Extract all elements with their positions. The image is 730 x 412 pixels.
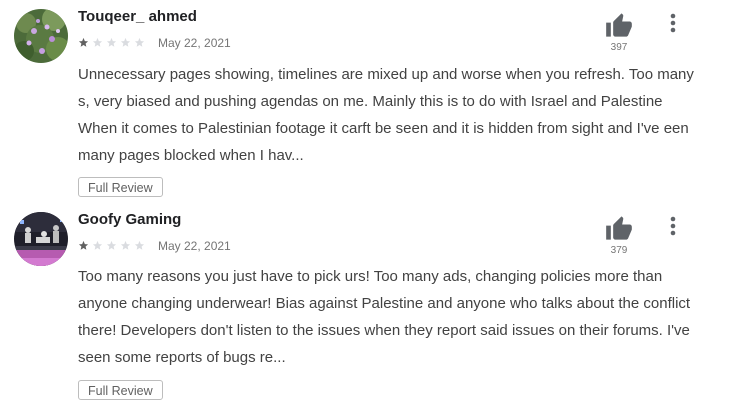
full-review-button[interactable]: Full Review [78, 380, 163, 400]
review-date: May 22, 2021 [158, 239, 231, 253]
avatar[interactable] [14, 9, 68, 63]
more-vert-icon[interactable] [664, 12, 682, 34]
star-icon [134, 37, 145, 47]
avatar-image [14, 212, 68, 266]
review-item: Touqeer_ ahmed May 22, 2021 397 Unnecess… [0, 0, 730, 205]
star-rating [78, 37, 145, 48]
star-icon [120, 240, 131, 250]
reviewer-name: Goofy Gaming [78, 211, 182, 228]
review-text: Too many reasons you just have to pick u… [78, 268, 691, 366]
star-rating [78, 240, 145, 251]
reviewer-name: Touqeer_ ahmed [78, 8, 197, 25]
more-vert-icon[interactable] [664, 215, 682, 237]
avatar[interactable] [14, 212, 68, 266]
star-icon [120, 37, 131, 47]
review-item: Goofy Gaming May 22, 2021 379 Too many r… [0, 205, 730, 412]
star-icon [78, 240, 89, 250]
star-icon [134, 240, 145, 250]
avatar-image [14, 9, 68, 63]
thumbs-up-icon[interactable] [605, 12, 633, 38]
star-icon [106, 37, 117, 47]
star-icon [78, 37, 89, 47]
review-date: May 22, 2021 [158, 36, 231, 50]
helpful-count: 379 [610, 245, 628, 256]
star-icon [106, 240, 117, 250]
helpful-count: 397 [610, 42, 628, 53]
review-text: Unnecessary pages showing, timelines are… [78, 66, 694, 164]
full-review-button[interactable]: Full Review [78, 177, 163, 197]
star-icon [92, 240, 103, 250]
star-icon [92, 37, 103, 47]
thumbs-up-icon[interactable] [605, 215, 633, 241]
